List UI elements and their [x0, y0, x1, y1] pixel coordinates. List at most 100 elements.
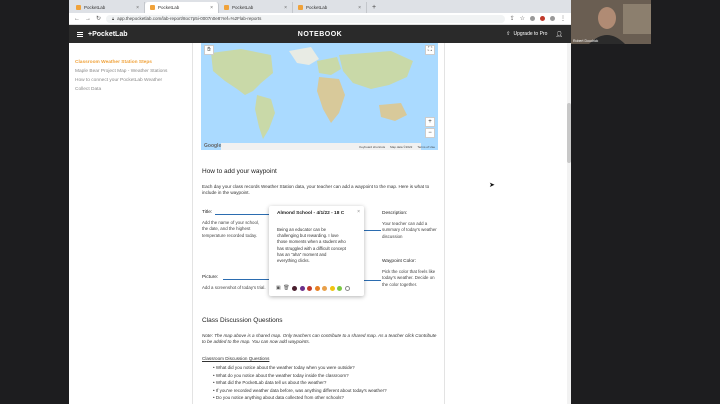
waypoint-card-title: Almond School - 4/1/22 - 18 C: [277, 211, 345, 216]
sidebar-item-connect-weather[interactable]: How to connect your PocketLab Weather: [75, 78, 185, 83]
connector-line: [363, 280, 381, 281]
fullscreen-icon[interactable]: ⛶: [425, 45, 435, 55]
tab-label: PocketLab: [232, 5, 254, 10]
color-swatch[interactable]: [322, 285, 328, 291]
logo-text: PocketLab: [92, 30, 128, 38]
user-account-icon[interactable]: 👤︎: [555, 31, 563, 38]
color-swatch[interactable]: [329, 285, 335, 291]
description-label: Description:: [382, 211, 408, 216]
waypoint-card-body: Being an educator can be challenging but…: [277, 227, 346, 264]
mouse-cursor-icon: ➤: [489, 182, 495, 189]
list-item: • What did the PocketLab data tell us ab…: [213, 380, 327, 386]
hamburger-menu-icon[interactable]: [77, 31, 83, 37]
close-icon[interactable]: ×: [136, 5, 139, 11]
url-field[interactable]: 🔒︎ app.thepocketlab.com/lab-report/8oc7p…: [106, 14, 505, 23]
url-text: app.thepocketlab.com/lab-report/8oc7p5i-…: [117, 16, 262, 21]
presenter-name: Robert Doudrick: [573, 39, 599, 43]
scrollbar[interactable]: [567, 43, 571, 404]
waypoint-intro: Each day your class records Weather Stat…: [202, 184, 430, 196]
question-list: • What did you notice about the weather …: [213, 365, 387, 403]
image-icon[interactable]: ▣: [276, 285, 281, 291]
color-swatch[interactable]: [292, 285, 298, 291]
pocketlab-favicon-icon: [298, 5, 303, 10]
scroll-thumb[interactable]: [567, 103, 571, 163]
trash-icon[interactable]: 🗑︎: [283, 285, 289, 291]
color-swatch[interactable]: [299, 285, 305, 291]
waypoint-card: Almond School - 4/1/22 - 18 C × Being an…: [269, 206, 364, 296]
list-item: • What do you notice about the weather t…: [213, 372, 349, 378]
waypoint-toolbar: ▣ 🗑︎: [276, 285, 350, 291]
close-icon[interactable]: ×: [210, 5, 213, 11]
close-icon[interactable]: ×: [358, 5, 361, 11]
profile-icon[interactable]: [550, 16, 555, 21]
forward-icon[interactable]: →: [85, 16, 91, 22]
connector-line: [215, 214, 273, 215]
page-title: NOTEBOOK: [297, 30, 343, 38]
more-menu-icon[interactable]: ⋮: [560, 15, 566, 22]
browser-tab[interactable]: PocketLab ×: [219, 2, 293, 13]
bookmark-star-icon[interactable]: ☆: [520, 15, 525, 22]
pocketlab-favicon-icon: [224, 5, 229, 10]
zoom-in-button[interactable]: +: [425, 117, 435, 127]
list-item: • If you've recorded weather data before…: [213, 387, 387, 393]
waypoint-heading: How to add your waypoint: [202, 168, 277, 175]
color-swatch[interactable]: [337, 285, 343, 291]
map-data-text: Map data ©2022: [390, 145, 413, 149]
presenter-silhouette: [571, 0, 651, 44]
upgrade-button[interactable]: ⇧ Upgrade to Pro: [506, 31, 547, 37]
back-icon[interactable]: ←: [74, 16, 80, 22]
color-picker-icon[interactable]: [344, 285, 350, 291]
sidebar-item-collect-data[interactable]: Collect Data: [75, 87, 185, 92]
world-map[interactable]: ✋︎ ⛶ + − Google Keyboard shortcuts Map d…: [201, 43, 438, 150]
title-description: Add the name of your school, the date, a…: [202, 220, 260, 238]
list-item: • What did you notice about the weather …: [213, 365, 355, 370]
sidebar: Classroom Weather Station Steps Maple Be…: [75, 60, 185, 96]
tab-bar: PocketLab × PocketLab × PocketLab × PocketL…: [69, 0, 571, 13]
pocketlab-logo[interactable]: +PocketLab: [88, 31, 128, 38]
browser-window: PocketLab × PocketLab × PocketLab × PocketL…: [69, 0, 571, 404]
map-landmasses: [211, 47, 421, 150]
discussion-heading: Class Discussion Questions: [202, 317, 283, 324]
webcam-overlay: Robert Doudrick: [571, 0, 651, 44]
tab-label: PocketLab: [306, 5, 328, 10]
discussion-note: Note: The map above is a shared map. Onl…: [202, 333, 437, 345]
terms-link[interactable]: Terms of Use: [417, 145, 435, 149]
browser-tab[interactable]: PocketLab ×: [293, 2, 367, 13]
extension-icon[interactable]: [540, 16, 545, 21]
close-icon[interactable]: ×: [357, 209, 360, 215]
reload-icon[interactable]: ↻: [96, 15, 101, 22]
zoom-out-button[interactable]: −: [425, 128, 435, 138]
upgrade-icon: ⇧: [506, 31, 511, 37]
picture-label: Picture:: [202, 275, 219, 280]
questions-heading: Classroom Discussion Questions: [202, 356, 270, 361]
picture-description: Add a screenshot of today's trial.: [202, 285, 266, 290]
app-header: +PocketLab NOTEBOOK ⇧ Upgrade to Pro 👤︎: [69, 25, 571, 43]
keyboard-shortcuts-link[interactable]: Keyboard shortcuts: [359, 145, 385, 149]
close-icon[interactable]: ×: [284, 5, 287, 11]
browser-tab-active[interactable]: PocketLab ×: [145, 2, 219, 13]
connector-line: [223, 279, 273, 280]
map-attribution: Keyboard shortcuts Map data ©2022 Terms …: [201, 144, 438, 150]
lock-icon: 🔒︎: [112, 16, 115, 21]
extension-icon[interactable]: [530, 16, 535, 21]
street-view-pegman-icon[interactable]: ✋︎: [204, 45, 214, 55]
address-bar: ← → ↻ 🔒︎ app.thepocketlab.com/lab-report…: [69, 13, 571, 25]
share-icon[interactable]: ⇪: [510, 15, 515, 22]
browser-tab[interactable]: PocketLab ×: [71, 2, 145, 13]
waypoint-color-text: Pick the color that feels like today's w…: [382, 269, 436, 287]
tab-label: PocketLab: [84, 5, 106, 10]
pocketlab-favicon-icon: [76, 5, 81, 10]
new-tab-button[interactable]: +: [367, 2, 381, 13]
color-swatch[interactable]: [314, 285, 320, 291]
color-swatch[interactable]: [307, 285, 313, 291]
notebook-content: ✋︎ ⛶ + − Google Keyboard shortcuts Map d…: [192, 43, 445, 404]
list-item: • Do you notice anything about data coll…: [213, 395, 344, 401]
sidebar-item-weather-station-steps[interactable]: Classroom Weather Station Steps: [75, 60, 185, 65]
waypoint-color-label: Waypoint Color:: [382, 259, 416, 264]
upgrade-label: Upgrade to Pro: [513, 31, 548, 37]
description-text: Your teacher can add a summary of today'…: [382, 221, 437, 239]
title-label: Title:: [202, 210, 213, 215]
sidebar-item-project-map[interactable]: Maple Bear Project Map - Weather Station…: [75, 69, 185, 74]
pocketlab-favicon-icon: [150, 5, 155, 10]
tab-label: PocketLab: [158, 5, 180, 10]
